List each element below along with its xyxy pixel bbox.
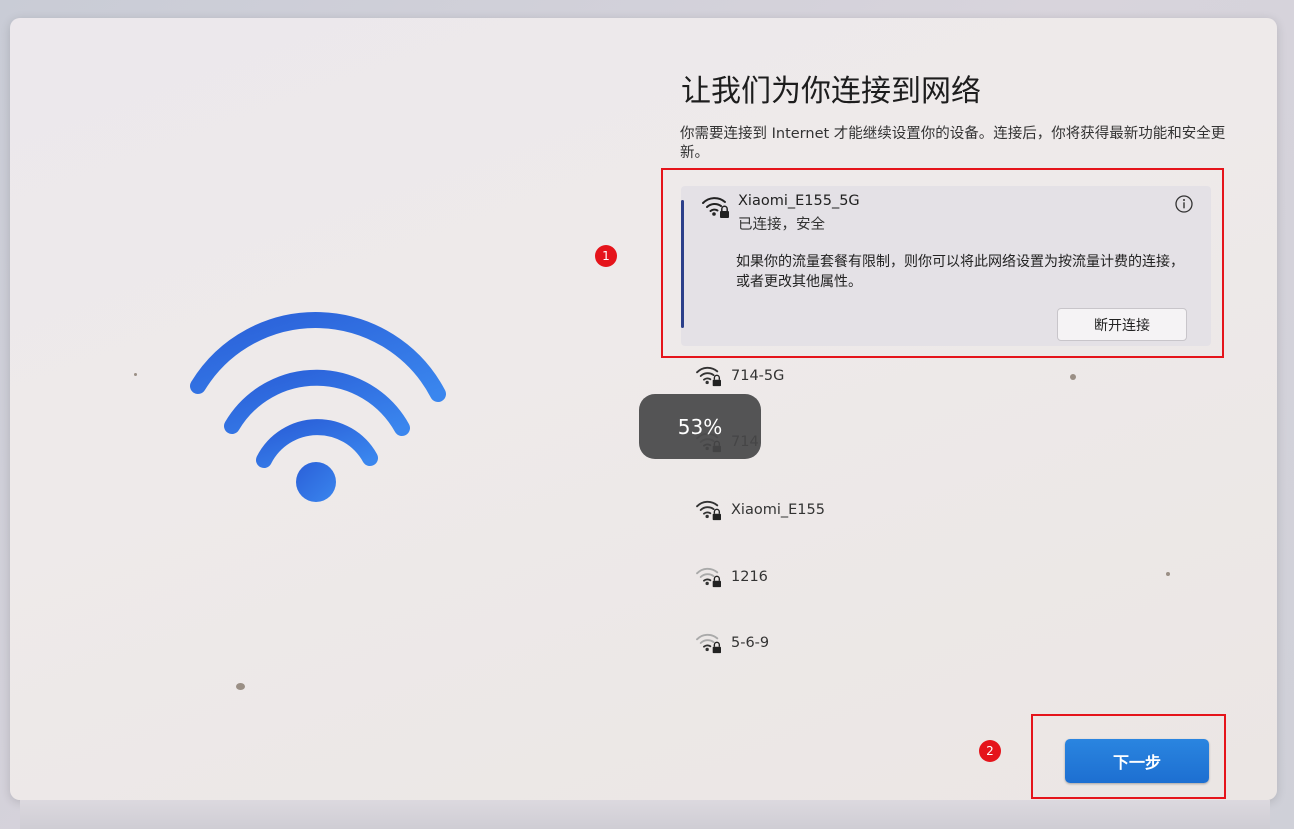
wifi-secured-icon	[696, 366, 721, 387]
wifi-secured-icon	[696, 500, 721, 521]
screen-bezel	[20, 800, 1270, 829]
network-item-1216[interactable]: 1216	[695, 563, 768, 591]
wifi-secured-icon	[696, 567, 721, 588]
wifi-illustration-icon	[190, 312, 446, 502]
network-item-xiaomi-e155[interactable]: Xiaomi_E155	[695, 496, 825, 524]
page-subtitle: 你需要连接到 Internet 才能继续设置你的设备。连接后，你将获得最新功能和…	[680, 126, 1226, 161]
wifi-secured-icon	[696, 633, 721, 654]
next-button[interactable]: 下一步	[1065, 739, 1209, 783]
network-ssid: 5-6-9	[731, 635, 770, 651]
network-ssid: 714-5G	[731, 368, 785, 384]
network-item-714-5g[interactable]: 714-5G	[695, 362, 784, 390]
speck	[1166, 572, 1170, 576]
annotation-box-1	[661, 168, 1224, 358]
network-ssid: Xiaomi_E155	[731, 502, 825, 518]
annotation-badge-2: 2	[979, 740, 1001, 762]
progress-toast: 53%	[639, 394, 761, 459]
annotation-badge-1: 1	[595, 245, 617, 267]
speck	[134, 373, 137, 376]
network-item-5-6-9[interactable]: 5-6-9	[695, 629, 769, 657]
speck	[1070, 374, 1076, 380]
page-title: 让我们为你连接到网络	[681, 74, 981, 109]
speck	[236, 683, 245, 690]
network-ssid: 1216	[731, 569, 768, 585]
